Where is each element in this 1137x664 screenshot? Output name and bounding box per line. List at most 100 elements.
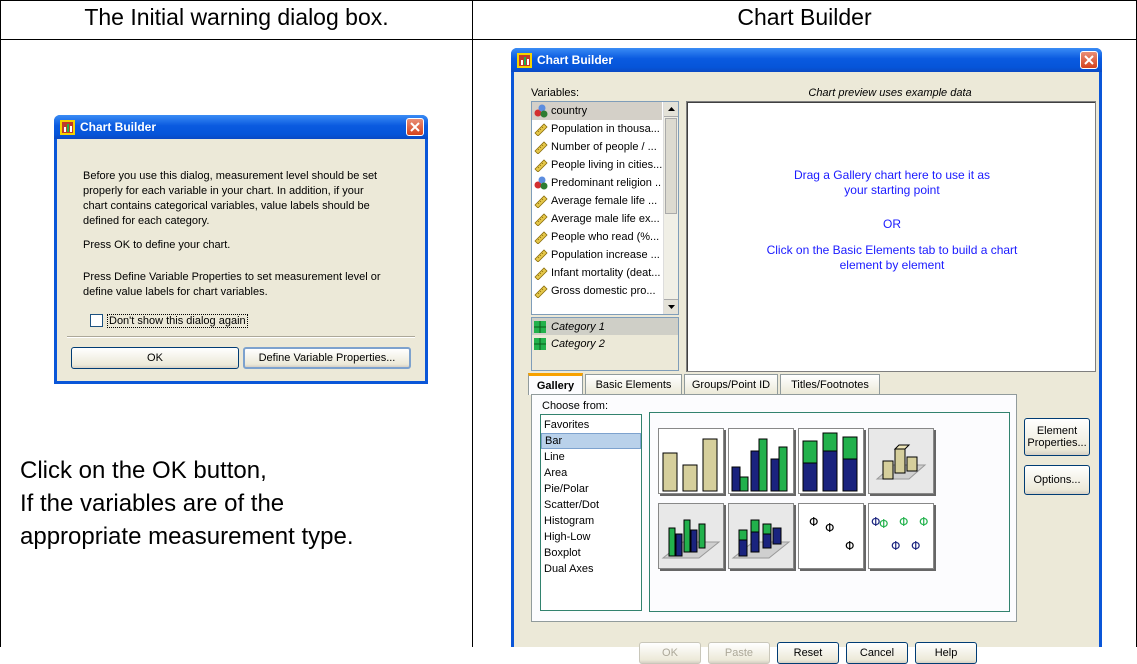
chart-builder-body: Variables: Chart preview uses example da… [514, 72, 1099, 664]
variable-label: Average female life ... [551, 195, 658, 207]
instruction-line-1: Click on the OK button, [20, 457, 267, 484]
tab-basic-elements-label: Basic Elements [595, 378, 672, 391]
thumb-3d-bar[interactable] [868, 428, 934, 494]
element-properties-button[interactable]: Element Properties... [1024, 418, 1090, 456]
variable-label: People who read (%... [551, 231, 660, 243]
clustered-error-bar-icon: Φ Φ Φ Φ Φ Φ [871, 515, 928, 553]
category-item-2[interactable]: Category 2 [532, 335, 678, 352]
thumb-clustered-bar[interactable] [728, 428, 794, 494]
drop-text-basic-elements: Click on the Basic Elements tab to build… [766, 243, 1018, 272]
variable-item[interactable]: Population in thousa... [532, 120, 662, 138]
scroll-up-button[interactable] [664, 102, 678, 117]
ok-button[interactable]: OK [71, 347, 239, 369]
variable-item[interactable]: People living in cities... [532, 156, 662, 174]
variable-item[interactable]: Predominant religion ... [532, 174, 662, 192]
tab-groups-point-id[interactable]: Groups/Point ID [684, 374, 778, 394]
help-button[interactable]: Help [915, 642, 977, 664]
options-button[interactable]: Options... [1024, 465, 1090, 495]
simple-bar-icon [662, 438, 718, 492]
warning-message-3: Press Define Variable Properties to set … [83, 271, 381, 298]
thumb-error-bar[interactable]: Φ Φ Φ [798, 503, 864, 569]
variable-label: Average male life ex... [551, 213, 660, 225]
variables-scrollbar[interactable] [663, 102, 678, 314]
chart-preview-canvas[interactable]: Drag a Gallery chart here to use it as y… [686, 101, 1096, 372]
right-column-header: Chart Builder [737, 4, 872, 30]
thumb-stacked-bar[interactable] [798, 428, 864, 494]
scale-ruler-icon [534, 140, 548, 155]
variable-label: Predominant religion ... [551, 177, 662, 189]
svg-text:Φ: Φ [809, 515, 818, 529]
tab-groups-label: Groups/Point ID [691, 378, 771, 391]
gallery-type-item[interactable]: Pie/Polar [541, 481, 641, 497]
chart-builder-window: Chart Builder Variables: Chart preview u… [511, 48, 1102, 664]
tab-titles-footnotes[interactable]: Titles/Footnotes [780, 374, 880, 394]
category-label-2: Category 2 [551, 337, 605, 350]
cancel-button[interactable]: Cancel [846, 642, 908, 664]
gallery-type-item[interactable]: Boxplot [541, 545, 641, 561]
warning-dialog-body: Before you use this dialog, measurement … [57, 139, 425, 381]
gallery-type-item[interactable]: High-Low [541, 529, 641, 545]
nominal-icon [534, 104, 548, 118]
variable-item[interactable]: Average female life ... [532, 192, 662, 210]
define-variable-properties-button[interactable]: Define Variable Properties... [243, 347, 411, 369]
variables-label: Variables: [531, 87, 580, 99]
warning-dialog-titlebar[interactable]: Chart Builder [54, 115, 428, 139]
close-icon [1084, 55, 1094, 65]
instruction-line-2: If the variables are of the [20, 490, 285, 517]
variable-item[interactable]: country [532, 102, 662, 120]
preview-caption: Chart preview uses example data [808, 87, 972, 99]
scroll-down-icon [668, 305, 675, 309]
gallery-panel: Choose from: Favorites Bar Line Area Pie/Pol… [531, 394, 1017, 622]
gallery-type-item[interactable]: Favorites [541, 417, 641, 433]
variable-item[interactable]: Gross domestic pro... [532, 282, 662, 300]
variable-item[interactable]: Number of people / ... [532, 138, 662, 156]
scroll-down-button[interactable] [664, 299, 678, 314]
category-label-1: Category 1 [551, 320, 605, 333]
svg-text:Φ: Φ [825, 521, 834, 535]
gallery-type-item[interactable]: Scatter/Dot [541, 497, 641, 513]
chart-builder-close-button[interactable] [1080, 51, 1098, 69]
warning-close-button[interactable] [406, 118, 424, 136]
scale-ruler-icon [534, 266, 548, 281]
variable-item[interactable]: Average male life ex... [532, 210, 662, 228]
gallery-type-item[interactable]: Histogram [541, 513, 641, 529]
dont-show-checkbox[interactable] [90, 314, 103, 327]
chart-builder-titlebar[interactable]: Chart Builder [511, 48, 1102, 72]
tab-gallery[interactable]: Gallery [528, 373, 583, 395]
gallery-type-item[interactable]: Bar [541, 433, 641, 449]
table-border-top [0, 0, 1137, 1]
clustered-bar-icon [731, 438, 788, 492]
element-properties-label: Element Properties... [1027, 425, 1087, 449]
warning-dialog: Chart Builder Before you use this dialog… [54, 115, 428, 384]
variable-label: Number of people / ... [551, 141, 657, 153]
gallery-type-list[interactable]: Favorites Bar Line Area Pie/Polar Scatter/Dot… [540, 414, 642, 611]
svg-text:Φ: Φ [891, 539, 900, 553]
paste-button[interactable]: Paste [708, 642, 770, 664]
nominal-icon [534, 176, 548, 190]
scroll-thumb[interactable] [665, 118, 677, 214]
thumb-3d-stacked-bar[interactable] [728, 503, 794, 569]
variables-list[interactable]: country Population in thousa... Number of … [531, 101, 679, 315]
table-border-header [0, 39, 1137, 40]
thumb-clustered-error-bar[interactable]: Φ Φ Φ Φ Φ Φ [868, 503, 934, 569]
variable-label: Population in thousa... [551, 123, 660, 135]
category-list[interactable]: Category 1 Category 2 [531, 317, 679, 371]
chart-builder-app-icon [517, 52, 532, 68]
tab-gallery-label: Gallery [536, 379, 575, 392]
svg-text:Φ: Φ [911, 539, 920, 553]
variable-item[interactable]: People who read (%... [532, 228, 662, 246]
category-item-1[interactable]: Category 1 [532, 318, 678, 335]
gallery-type-item[interactable]: Area [541, 465, 641, 481]
chart-builder-title: Chart Builder [537, 53, 614, 67]
thumb-3d-clustered-bar[interactable] [658, 503, 724, 569]
reset-button[interactable]: Reset [777, 642, 839, 664]
cb-ok-button[interactable]: OK [639, 642, 701, 664]
dont-show-label[interactable]: Don't show this dialog again [107, 314, 248, 328]
gallery-type-item[interactable]: Line [541, 449, 641, 465]
tab-basic-elements[interactable]: Basic Elements [585, 374, 682, 394]
variable-item[interactable]: Infant mortality (deat... [532, 264, 662, 282]
options-label: Options... [1033, 474, 1081, 486]
variable-item[interactable]: Population increase ... [532, 246, 662, 264]
gallery-type-item[interactable]: Dual Axes [541, 561, 641, 577]
thumb-simple-bar[interactable] [658, 428, 724, 494]
